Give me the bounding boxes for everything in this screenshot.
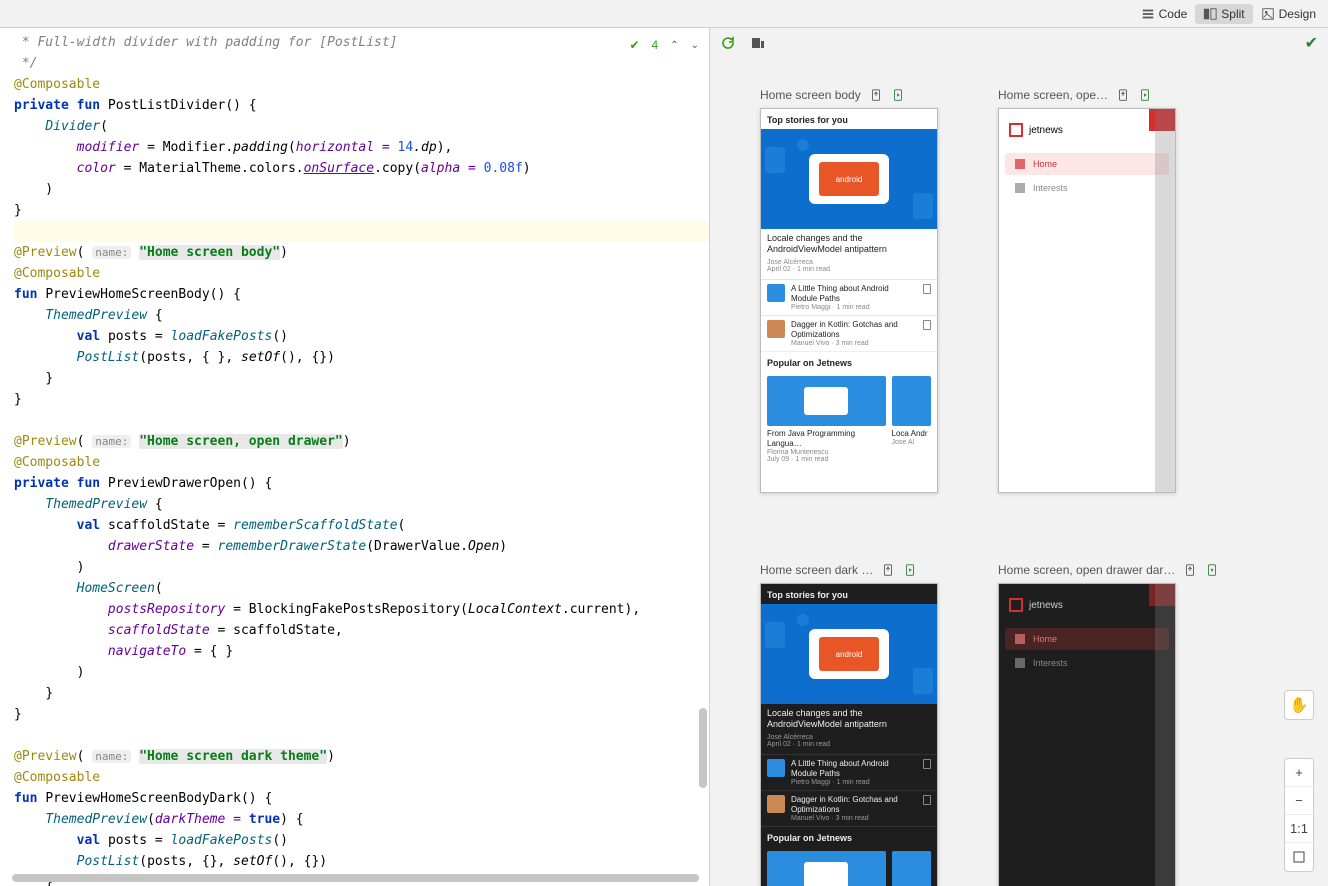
- list-icon: [1015, 658, 1025, 668]
- drawer-item-home[interactable]: Home: [1005, 628, 1169, 650]
- editor-vertical-scrollbar[interactable]: [699, 708, 707, 788]
- preview-success-icon: ✔: [1305, 33, 1318, 53]
- drawer-item-home[interactable]: Home: [1005, 153, 1169, 175]
- interactive-preview-icon[interactable]: [903, 563, 917, 577]
- interactive-preview-icon[interactable]: [1205, 563, 1219, 577]
- list-icon: [1015, 183, 1025, 193]
- bookmark-icon[interactable]: [923, 284, 931, 294]
- mode-split[interactable]: Split: [1195, 4, 1252, 24]
- jetnews-logo-icon: [1009, 123, 1023, 137]
- preview-title-3: Home screen dark …: [760, 563, 873, 577]
- preview-title-1: Home screen body: [760, 88, 861, 102]
- jetnews-logo-icon: [1009, 598, 1023, 612]
- zoom-in-button[interactable]: +: [1285, 759, 1313, 787]
- preview-toolbar: ✔: [710, 28, 1328, 58]
- drawer-item-interests[interactable]: Interests: [1005, 177, 1169, 199]
- preview-canvas[interactable]: Home screen body Top stories for you and…: [710, 58, 1328, 886]
- preview-drawer-light[interactable]: jetnews Home Interests: [998, 108, 1176, 493]
- settings-preview-icon[interactable]: [750, 35, 766, 51]
- bookmark-icon[interactable]: [923, 795, 931, 805]
- deploy-preview-icon[interactable]: [1116, 88, 1130, 102]
- zoom-out-button[interactable]: −: [1285, 787, 1313, 815]
- home-icon: [1015, 159, 1025, 169]
- zoom-fit-button[interactable]: [1285, 843, 1313, 871]
- preview-home-body-dark[interactable]: Top stories for you android Locale chang…: [760, 583, 938, 886]
- code-editor-pane: ✔ 4 ⌃ ⌄ * Full-width divider with paddin…: [0, 28, 710, 886]
- view-mode-bar: Code Split Design: [0, 0, 1328, 28]
- preview-title-4: Home screen, open drawer dar…: [998, 563, 1175, 577]
- preview-scrollbar[interactable]: [1155, 109, 1175, 492]
- preview-home-body-light[interactable]: Top stories for you android Locale chang…: [760, 108, 938, 493]
- mode-design[interactable]: Design: [1253, 4, 1324, 24]
- zoom-reset-button[interactable]: 1:1: [1285, 815, 1313, 843]
- mode-design-label: Design: [1279, 7, 1316, 21]
- deploy-preview-icon[interactable]: [881, 563, 895, 577]
- bookmark-icon[interactable]: [923, 320, 931, 330]
- editor-horizontal-scrollbar[interactable]: [12, 874, 699, 882]
- deploy-preview-icon[interactable]: [1183, 563, 1197, 577]
- home-icon: [1015, 634, 1025, 644]
- mode-code[interactable]: Code: [1133, 4, 1196, 24]
- drawer-item-interests[interactable]: Interests: [1005, 652, 1169, 674]
- deploy-preview-icon[interactable]: [869, 88, 883, 102]
- preview-pane: ✔ Home screen body Top stories for you a…: [710, 28, 1328, 886]
- interactive-preview-icon[interactable]: [1138, 88, 1152, 102]
- code-editor[interactable]: * Full-width divider with padding for [P…: [0, 28, 709, 886]
- mode-code-label: Code: [1159, 7, 1188, 21]
- refresh-icon[interactable]: [720, 35, 736, 51]
- mode-split-label: Split: [1221, 7, 1244, 21]
- bookmark-icon[interactable]: [923, 759, 931, 769]
- preview-title-2: Home screen, ope…: [998, 88, 1108, 102]
- zoom-controls: + − 1:1: [1284, 758, 1314, 872]
- pan-tool-button[interactable]: ✋: [1284, 690, 1314, 720]
- interactive-preview-icon[interactable]: [891, 88, 905, 102]
- preview-drawer-dark[interactable]: jetnews Home Interests: [998, 583, 1176, 886]
- preview-scrollbar[interactable]: [1155, 584, 1175, 886]
